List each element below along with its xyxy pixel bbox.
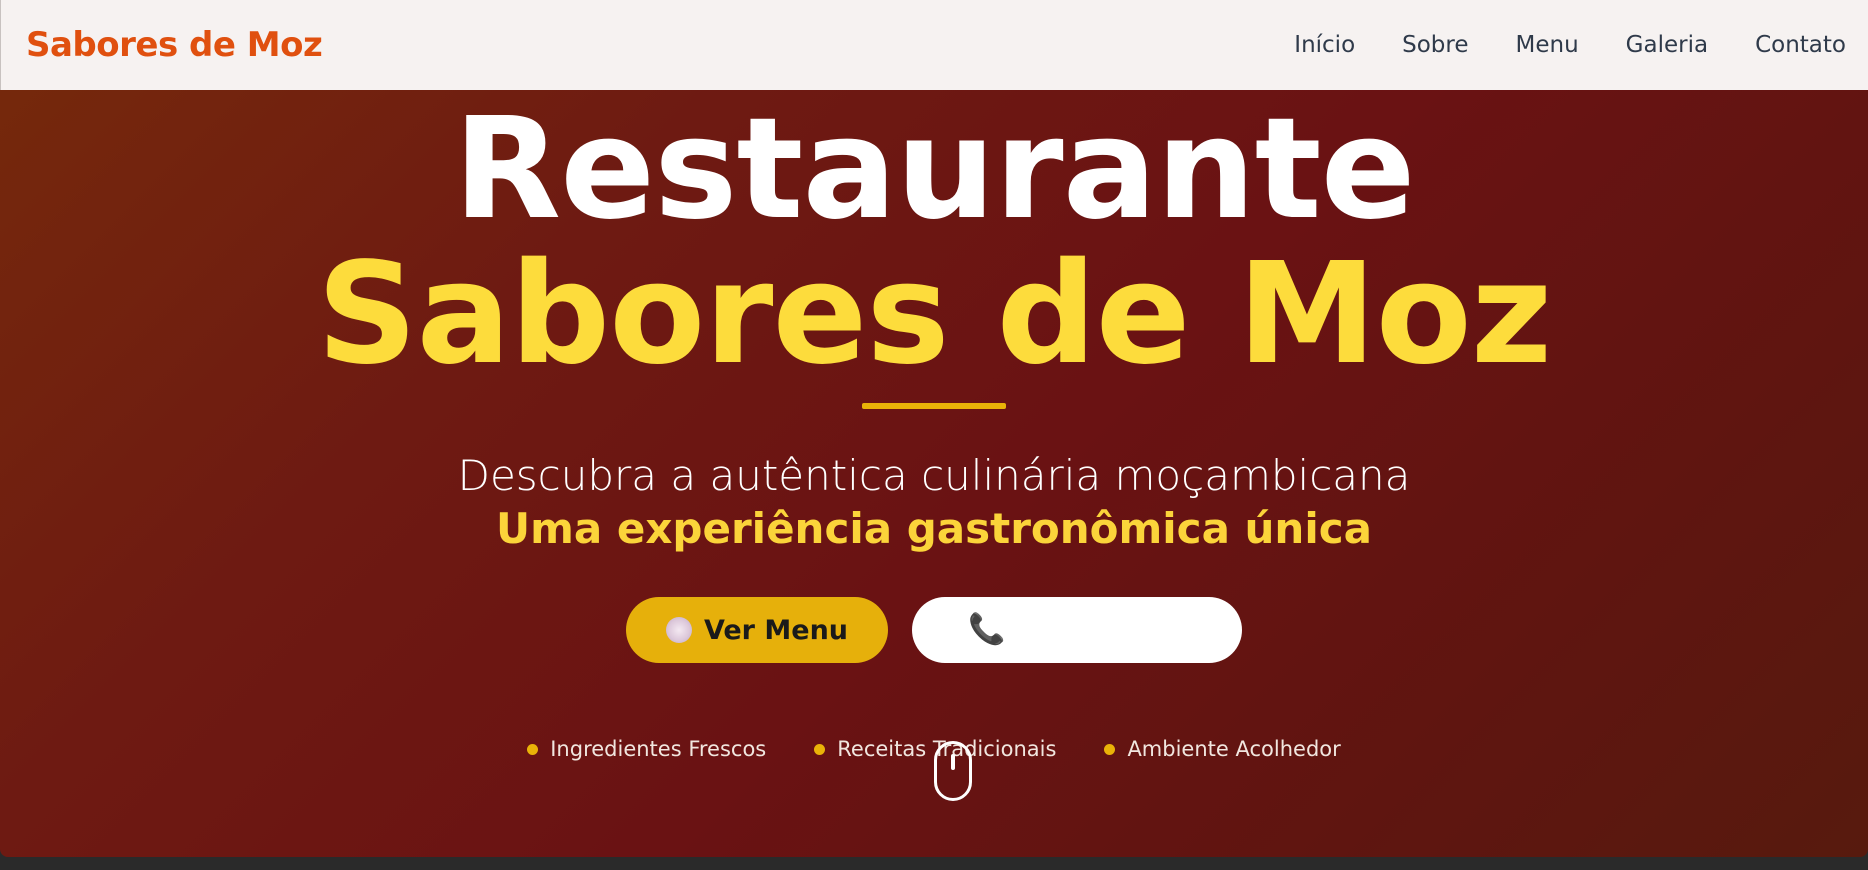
hero-subtitle: Descubra a autêntica culinária moçambica…	[457, 451, 1411, 500]
scroll-mouse-icon[interactable]	[934, 741, 972, 801]
navbar: Sabores de Moz Início Sobre Menu Galeria…	[0, 0, 1868, 90]
feature-label: Ambiente Acolhedor	[1127, 737, 1341, 761]
title-divider	[862, 403, 1006, 409]
nav-link-menu[interactable]: Menu	[1516, 32, 1579, 58]
bullet-dot-icon	[814, 743, 826, 755]
cta-buttons: Ver Menu 📞	[626, 597, 1242, 663]
page: Sabores de Moz Início Sobre Menu Galeria…	[0, 0, 1868, 857]
nav-link-inicio[interactable]: Início	[1294, 32, 1355, 58]
feature-item: Ingredientes Frescos	[527, 737, 766, 761]
brand-logo[interactable]: Sabores de Moz	[26, 25, 323, 65]
nav-link-galeria[interactable]: Galeria	[1626, 32, 1708, 58]
nav-links: Início Sobre Menu Galeria Contato	[1294, 32, 1846, 58]
hero-tagline: Uma experiência gastronômica única	[496, 504, 1372, 553]
plate-icon	[665, 617, 692, 643]
view-menu-label: Ver Menu	[703, 614, 849, 646]
nav-link-sobre[interactable]: Sobre	[1402, 32, 1468, 58]
hero-section: Restaurante Sabores de Moz Descubra a au…	[0, 90, 1868, 857]
hero-title-line2: Sabores de Moz	[316, 233, 1553, 396]
feature-label: Ingredientes Frescos	[550, 737, 767, 761]
scroll-wheel-icon	[951, 754, 955, 770]
phone-icon: 📞	[968, 612, 1006, 647]
call-button[interactable]: 📞	[912, 597, 1242, 663]
nav-link-contato[interactable]: Contato	[1755, 32, 1846, 58]
view-menu-button[interactable]: Ver Menu	[626, 597, 888, 663]
feature-item: Ambiente Acolhedor	[1104, 737, 1341, 761]
hero-title-line1: Restaurante	[453, 88, 1415, 251]
bullet-dot-icon	[527, 743, 539, 755]
bullet-dot-icon	[1104, 743, 1116, 755]
